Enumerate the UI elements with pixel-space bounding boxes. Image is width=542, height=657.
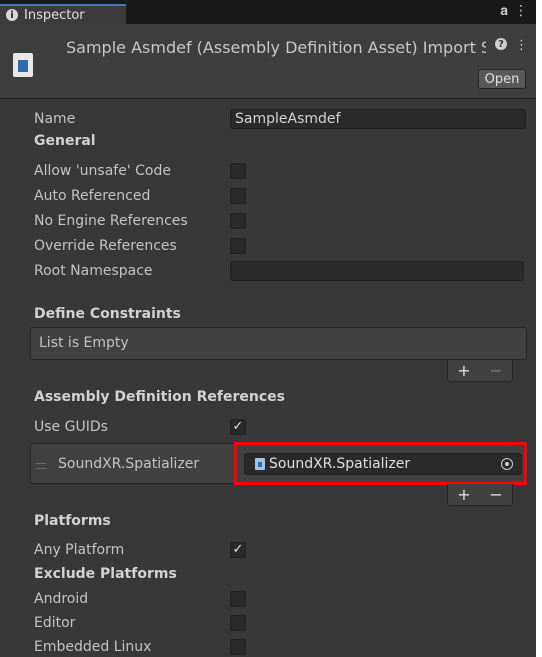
- tab-label: Inspector: [24, 7, 85, 23]
- lock-icon[interactable]: 𝐚: [500, 3, 508, 19]
- any-platform-label: Any Platform: [34, 542, 125, 558]
- auto-referenced-row: Auto Referenced: [0, 185, 536, 207]
- define-constraints-remove-button[interactable]: −: [489, 361, 502, 380]
- define-constraints-add-button[interactable]: +: [457, 361, 470, 380]
- define-constraints-list: List is Empty: [30, 327, 527, 360]
- platform-embedded-linux-label: Embedded Linux: [34, 639, 152, 655]
- asm-refs-title: Assembly Definition References: [34, 389, 285, 405]
- auto-referenced-label: Auto Referenced: [34, 188, 151, 204]
- platform-editor-label: Editor: [34, 615, 76, 631]
- allow-unsafe-row: Allow 'unsafe' Code: [0, 160, 536, 182]
- no-engine-refs-row: No Engine References: [0, 210, 536, 232]
- general-title: General: [34, 133, 96, 149]
- drag-handle-icon[interactable]: [36, 463, 46, 469]
- use-guids-label: Use GUIDs: [34, 419, 108, 435]
- platform-android-label: Android: [34, 591, 89, 607]
- define-constraints-pm: + −: [447, 360, 513, 382]
- asset-header: Sample Asmdef (Assembly Definition Asset…: [0, 24, 536, 99]
- root-namespace-row: Root Namespace: [0, 260, 536, 282]
- use-guids-row: Use GUIDs ✓: [0, 416, 536, 438]
- platform-editor-checkbox[interactable]: [230, 615, 246, 631]
- override-refs-row: Override References: [0, 235, 536, 257]
- help-icon[interactable]: ?: [495, 38, 507, 50]
- name-row: Name SampleAsmdef: [0, 108, 536, 130]
- general-header: General: [0, 130, 536, 152]
- highlight-box: [234, 442, 527, 485]
- name-field[interactable]: SampleAsmdef: [230, 109, 526, 129]
- header-controls: ? ⋮: [495, 38, 528, 53]
- tab-bar-controls: 𝐚 ⋮: [500, 3, 528, 19]
- kebab-menu-icon[interactable]: ⋮: [514, 3, 528, 19]
- any-platform-checkbox[interactable]: ✓: [230, 542, 246, 558]
- root-namespace-field[interactable]: [230, 261, 524, 281]
- platforms-header: Platforms: [0, 510, 536, 532]
- tab-bar: i Inspector 𝐚 ⋮: [0, 0, 536, 24]
- asm-refs-remove-button[interactable]: −: [489, 485, 502, 504]
- list-empty-text: List is Empty: [39, 335, 129, 351]
- info-icon: i: [6, 9, 18, 21]
- auto-referenced-checkbox[interactable]: [230, 188, 246, 204]
- asm-refs-add-button[interactable]: +: [457, 485, 470, 504]
- override-refs-checkbox[interactable]: [230, 238, 246, 254]
- platform-editor-row: Editor: [0, 612, 536, 634]
- tab-inspector[interactable]: i Inspector: [0, 4, 126, 24]
- any-platform-row: Any Platform ✓: [0, 539, 536, 561]
- header-menu-icon[interactable]: ⋮: [515, 38, 528, 53]
- allow-unsafe-label: Allow 'unsafe' Code: [34, 163, 171, 179]
- open-button[interactable]: Open: [478, 69, 526, 89]
- platform-embedded-linux-row: Embedded Linux: [0, 636, 536, 657]
- platform-android-row: Android: [0, 588, 536, 610]
- assembly-definition-icon: [13, 53, 33, 77]
- name-label: Name: [34, 111, 76, 127]
- asm-refs-pm: + −: [447, 484, 513, 506]
- platform-android-checkbox[interactable]: [230, 591, 246, 607]
- exclude-platforms-header: Exclude Platforms: [0, 563, 536, 585]
- root-namespace-label: Root Namespace: [34, 263, 153, 279]
- exclude-platforms-title: Exclude Platforms: [34, 566, 177, 582]
- define-constraints-title: Define Constraints: [34, 306, 181, 322]
- no-engine-refs-checkbox[interactable]: [230, 213, 246, 229]
- platform-embedded-linux-checkbox[interactable]: [230, 639, 246, 655]
- asm-ref-item-label: SoundXR.Spatializer: [58, 456, 200, 472]
- allow-unsafe-checkbox[interactable]: [230, 163, 246, 179]
- platforms-title: Platforms: [34, 513, 111, 529]
- override-refs-label: Override References: [34, 238, 177, 254]
- define-constraints-header: Define Constraints: [0, 303, 536, 325]
- use-guids-checkbox[interactable]: ✓: [230, 419, 246, 435]
- no-engine-refs-label: No Engine References: [34, 213, 188, 229]
- header-title: Sample Asmdef (Assembly Definition Asset…: [66, 38, 486, 57]
- inspector-panel: i Inspector 𝐚 ⋮ Sample Asmdef (Assembly …: [0, 0, 536, 657]
- asm-refs-header: Assembly Definition References: [0, 386, 536, 408]
